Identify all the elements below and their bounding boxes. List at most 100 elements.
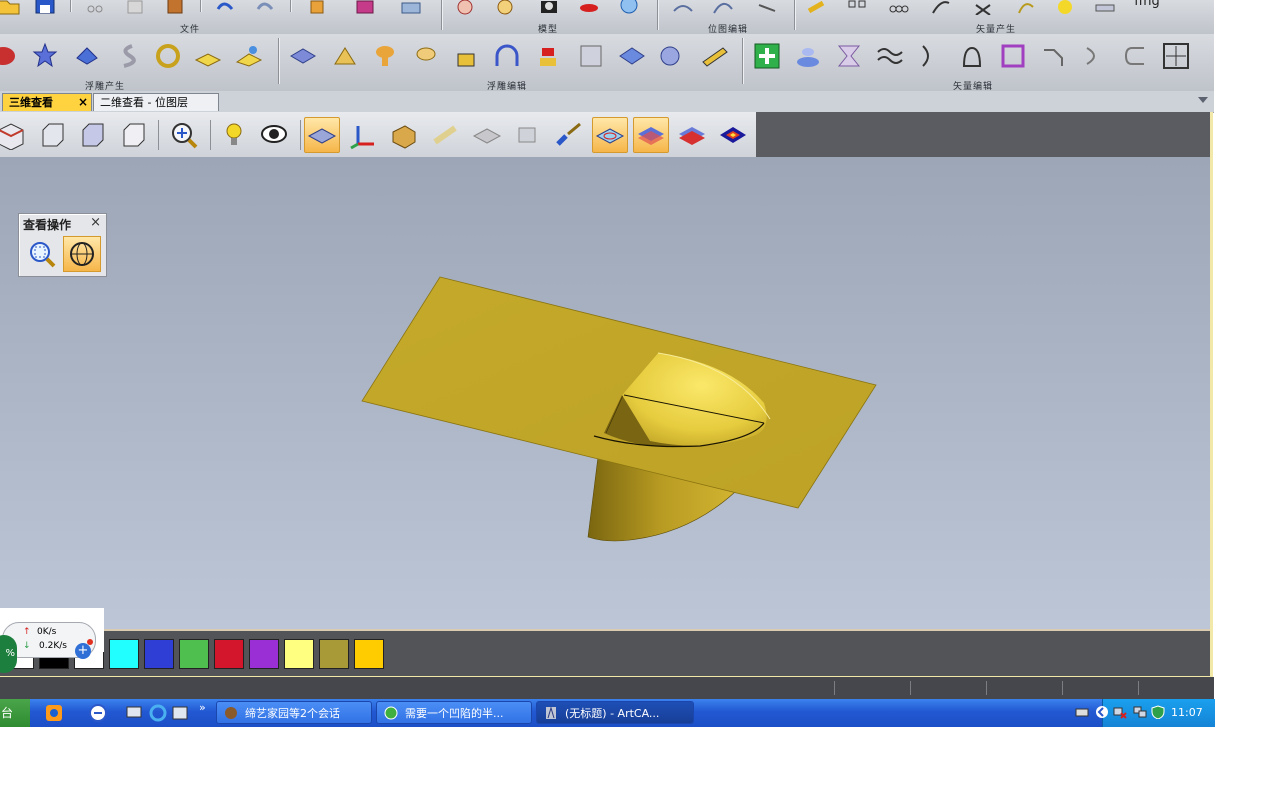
- palette-swatch[interactable]: [284, 639, 314, 669]
- vector-bracket-icon[interactable]: [916, 41, 946, 71]
- network-disconnected-icon[interactable]: [1113, 705, 1127, 719]
- palette-swatch[interactable]: [319, 639, 349, 669]
- relief-frame-icon[interactable]: [576, 41, 606, 71]
- relief-mushroom-icon[interactable]: [370, 41, 400, 71]
- relief-spark-icon[interactable]: [234, 41, 264, 71]
- relief-tilt-icon[interactable]: [617, 41, 647, 71]
- system-clock[interactable]: 11:07: [1171, 699, 1203, 727]
- portrait-model-icon[interactable]: [490, 0, 520, 18]
- palette-swatch[interactable]: [249, 639, 279, 669]
- paint-brush-icon[interactable]: [551, 117, 587, 153]
- top-view-icon[interactable]: [115, 117, 151, 153]
- security-shield-icon[interactable]: [1151, 705, 1165, 719]
- palette-swatch[interactable]: [354, 639, 384, 669]
- palette-swatch[interactable]: [109, 639, 139, 669]
- tray-expand-chevron-icon[interactable]: [1095, 705, 1109, 719]
- vector-nodes-icon[interactable]: [884, 0, 914, 18]
- relief-blob-icon[interactable]: [0, 41, 20, 71]
- relief-flat-icon[interactable]: [288, 41, 318, 71]
- vector-arc-icon[interactable]: [1010, 0, 1040, 18]
- tab-2d-view-bitmap-layer[interactable]: 二维查看 - 位图层: [93, 93, 219, 111]
- vector-stack-icon[interactable]: [1090, 0, 1120, 18]
- vector-shape-icon[interactable]: [1050, 0, 1080, 18]
- bitmap-trace-icon[interactable]: [752, 0, 782, 18]
- window-switcher-icon[interactable]: [170, 703, 190, 723]
- block-icon[interactable]: [469, 117, 505, 153]
- bitmap-curve-icon[interactable]: [708, 0, 738, 18]
- relief-stamp-icon[interactable]: [533, 41, 563, 71]
- vector-revolve-icon[interactable]: [793, 41, 823, 71]
- vector-arc-join-icon[interactable]: [1080, 41, 1110, 71]
- pattern-model-icon[interactable]: [614, 0, 644, 18]
- speedup-plus-icon[interactable]: +: [75, 643, 91, 659]
- quicklaunch-overflow-icon[interactable]: »: [199, 701, 206, 714]
- network-speed-bubble[interactable]: % ↑ ↓ 0K/s 0.2K/s +: [0, 622, 96, 673]
- red-layer-icon[interactable]: [674, 117, 710, 153]
- face-model-icon[interactable]: [450, 0, 480, 18]
- vector-bell-icon[interactable]: [957, 41, 987, 71]
- layer-outline-icon[interactable]: [592, 117, 628, 153]
- book-icon[interactable]: [350, 0, 380, 18]
- zoom-in-icon[interactable]: [166, 117, 202, 153]
- taskbar-button-artcam[interactable]: (无标题) - ArtCA...: [536, 701, 694, 724]
- front-view-icon[interactable]: [34, 117, 70, 153]
- copy-icon[interactable]: [120, 0, 150, 18]
- relief-star-icon[interactable]: [30, 41, 60, 71]
- relief-lock-icon[interactable]: [451, 41, 481, 71]
- zoom-window-icon[interactable]: [23, 236, 61, 272]
- iso-view-icon[interactable]: [0, 117, 28, 153]
- relief-plane-view-icon[interactable]: [304, 117, 340, 153]
- rotate-globe-icon[interactable]: [63, 236, 101, 272]
- vector-bend-icon[interactable]: [1039, 41, 1069, 71]
- taskbar-button-chat-sessions[interactable]: 缔艺家园等2个会话: [216, 701, 372, 724]
- internet-explorer-icon[interactable]: [148, 703, 168, 723]
- save-icon[interactable]: [30, 0, 60, 18]
- vector-open-icon[interactable]: [1121, 41, 1151, 71]
- taskbar-button-browser[interactable]: 需要一个凹陷的半...: [376, 701, 532, 724]
- quicklaunch-app-icon[interactable]: [44, 703, 64, 723]
- palette-swatch[interactable]: [179, 639, 209, 669]
- relief-split-icon[interactable]: [411, 41, 441, 71]
- tab-3d-view[interactable]: 三维查看 ×: [2, 93, 92, 111]
- bitmap-edit-icon[interactable]: [668, 0, 698, 18]
- palette-swatch[interactable]: [144, 639, 174, 669]
- heatmap-icon[interactable]: [715, 117, 751, 153]
- undo-icon[interactable]: [210, 0, 240, 18]
- relief-slice-icon[interactable]: [700, 41, 730, 71]
- import-icon[interactable]: [302, 0, 332, 18]
- vector-wave-icon[interactable]: [875, 41, 905, 71]
- relief-sphere-icon[interactable]: [657, 41, 687, 71]
- vector-grid-icon[interactable]: [842, 0, 872, 18]
- palette-swatch[interactable]: [214, 639, 244, 669]
- tab-close-icon[interactable]: ×: [78, 94, 88, 111]
- relief-knot-icon[interactable]: [153, 41, 183, 71]
- relief-plane-icon[interactable]: [193, 41, 223, 71]
- open-folder-icon[interactable]: [0, 0, 24, 20]
- vector-center-icon[interactable]: [1161, 41, 1191, 71]
- vector-scissor-icon[interactable]: [968, 0, 998, 18]
- view-operations-close-button[interactable]: ×: [90, 215, 101, 230]
- show-desktop-icon[interactable]: [124, 703, 144, 723]
- relief-extrude-icon[interactable]: [72, 41, 102, 71]
- stamp-model-icon[interactable]: [574, 0, 604, 18]
- paste-icon[interactable]: [160, 0, 190, 18]
- material-box-icon[interactable]: [386, 117, 422, 153]
- print-icon[interactable]: [396, 0, 426, 18]
- start-button[interactable]: 台: [0, 699, 30, 727]
- machine-icon[interactable]: [510, 117, 546, 153]
- vector-hourglass-icon[interactable]: [834, 41, 864, 71]
- vector-text-icon[interactable]: ffng: [1132, 0, 1162, 16]
- color-shade-icon[interactable]: [633, 117, 669, 153]
- vector-curve-icon[interactable]: [926, 0, 956, 18]
- grayscale-model-icon[interactable]: [534, 0, 564, 18]
- relief-arch-icon[interactable]: [492, 41, 522, 71]
- network-connection-icon[interactable]: [1133, 705, 1147, 719]
- tab-list-dropdown-icon[interactable]: [1198, 97, 1208, 103]
- vector-pencil-icon[interactable]: [802, 0, 832, 18]
- relief-swept-icon[interactable]: [113, 41, 143, 71]
- browser-e-icon[interactable]: [88, 703, 108, 723]
- light-bulb-icon[interactable]: [216, 117, 252, 153]
- vector-add-icon[interactable]: [752, 41, 782, 71]
- axes-icon[interactable]: [345, 117, 381, 153]
- toolpath-icon[interactable]: [428, 117, 464, 153]
